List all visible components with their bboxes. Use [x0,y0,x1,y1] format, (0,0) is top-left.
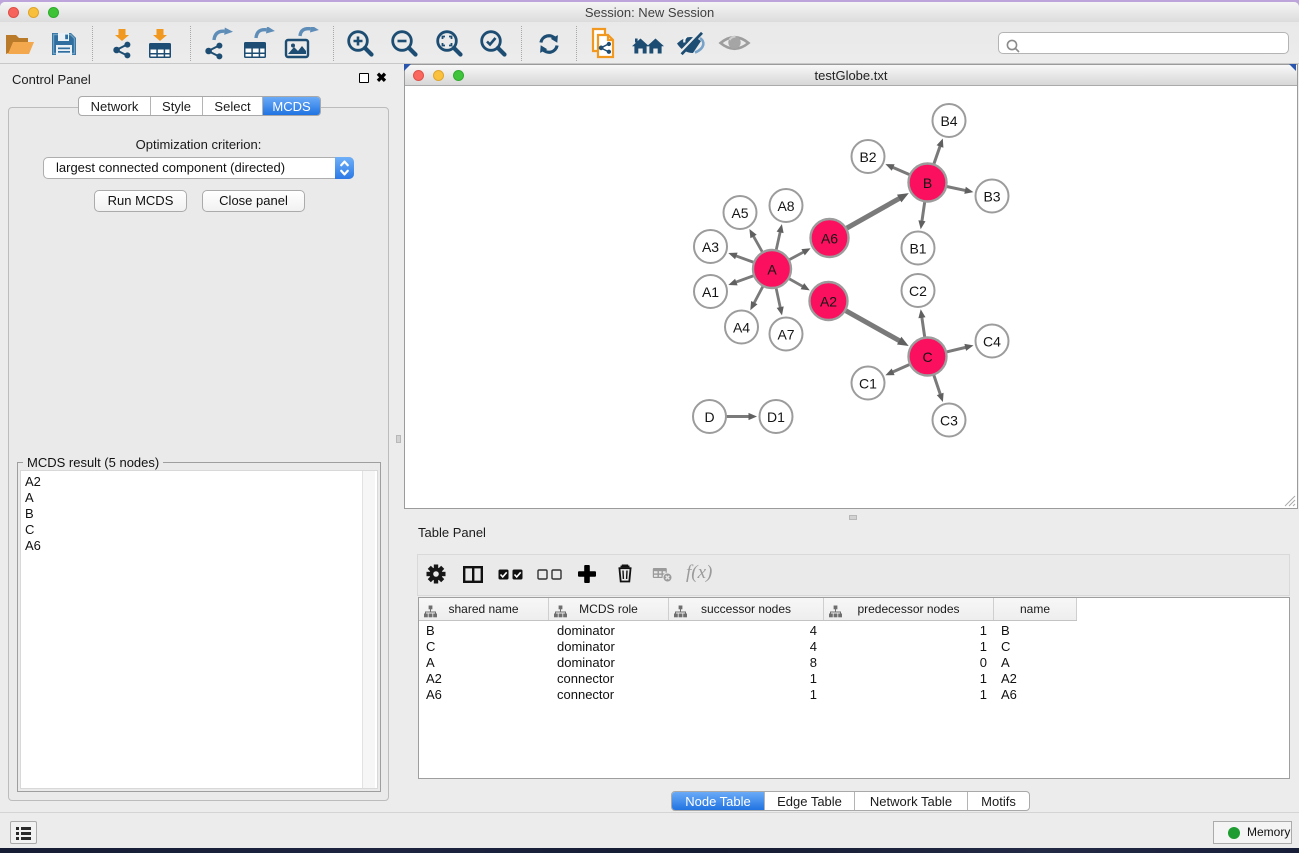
svg-text:A7: A7 [777,327,794,343]
svg-text:A1: A1 [702,284,719,300]
svg-text:B4: B4 [940,113,957,129]
svg-text:B1: B1 [909,241,926,257]
svg-text:C2: C2 [909,283,927,299]
svg-text:C: C [922,349,932,365]
svg-text:B: B [923,175,932,191]
svg-text:C3: C3 [940,413,958,429]
svg-text:D: D [704,409,714,425]
svg-text:A5: A5 [731,205,748,221]
svg-text:A8: A8 [777,198,794,214]
svg-text:A4: A4 [733,320,750,336]
svg-text:A: A [767,262,777,278]
svg-text:A6: A6 [821,231,838,247]
svg-text:C1: C1 [859,376,877,392]
svg-text:D1: D1 [767,409,785,425]
svg-text:B2: B2 [859,149,876,165]
svg-text:B3: B3 [983,189,1000,205]
svg-text:C4: C4 [983,334,1001,350]
svg-text:A2: A2 [820,294,837,310]
svg-text:A3: A3 [702,239,719,255]
